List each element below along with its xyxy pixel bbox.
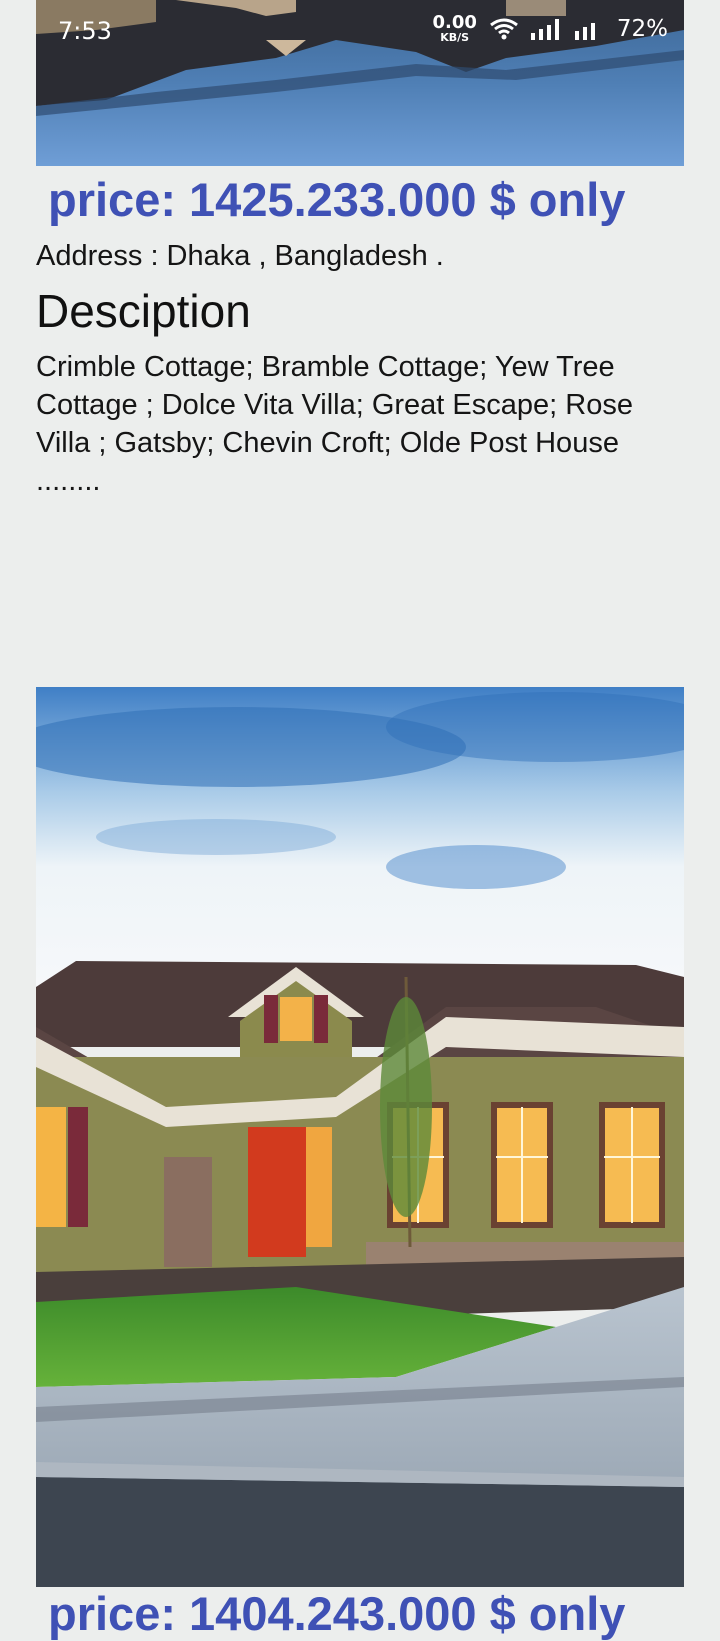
signal-icon [574, 22, 595, 40]
description-text: Crimble Cottage; Bramble Cottage; Yew Tr… [36, 351, 633, 497]
signal-icon [530, 18, 559, 40]
listing-image[interactable] [36, 687, 684, 1587]
status-indicators: 0.00 KB/S 72% [432, 12, 668, 44]
network-speed-unit: KB/S [440, 31, 470, 44]
listing-address: Address : Dhaka , Bangladesh . [36, 240, 444, 272]
network-speed-value: 0.00 [432, 12, 477, 33]
status-time: 7:53 [58, 17, 112, 45]
description-heading: Desciption [36, 285, 251, 337]
network-speed: 0.00 KB/S [432, 12, 477, 44]
listing-price: price: 1404.243.000 $ only [48, 1587, 626, 1640]
status-bar: 7:53 0.00 KB/S 72% [0, 0, 720, 66]
listing-price: price: 1425.233.000 $ only [48, 173, 626, 226]
house-photo-green-lawn [36, 687, 684, 1587]
battery-level: 72% [616, 15, 668, 42]
wifi-icon [489, 18, 518, 39]
